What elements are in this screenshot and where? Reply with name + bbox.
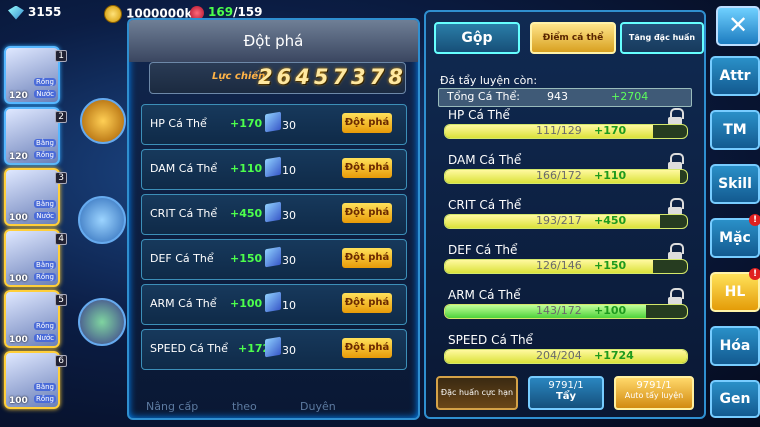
team-pet[interactable]: 1 Rồng Nước 120: [4, 46, 67, 104]
auto-wash-button[interactable]: 9791/1 Auto tẩy luyện: [614, 376, 694, 410]
lock-icon[interactable]: [668, 243, 684, 260]
team-pet[interactable]: 2 Bằng Rồng 120: [4, 107, 67, 165]
scroll-icon: [265, 336, 281, 358]
breakthrough-row: DAM Cá Thể +110 10 Đột phá: [141, 149, 407, 190]
side-tab-gen[interactable]: Gen: [710, 380, 760, 418]
gem-counter: 3155: [8, 5, 61, 20]
bottom-label[interactable]: theo: [232, 400, 257, 413]
breakthrough-button[interactable]: Đột phá: [342, 158, 392, 178]
alert-badge: !: [749, 214, 760, 226]
tab-merge[interactable]: Gộp: [434, 22, 520, 54]
combat-power: Lực chiến 26457378: [149, 62, 406, 94]
lock-icon[interactable]: [668, 198, 684, 215]
breakthrough-row: DEF Cá Thể +150 30 Đột phá: [141, 239, 407, 280]
remaining-stones-label: Đá tẩy luyện còn:: [440, 74, 538, 87]
breakthrough-row: HP Cá Thể +170 30 Đột phá: [141, 104, 407, 145]
total-stats: Tổng Cá Thể: 943 +2704: [438, 88, 692, 107]
individual-stats-panel: Gộp Điểm cá thể Tăng đặc huấn Đá tẩy luy…: [424, 10, 706, 419]
breakthrough-row: SPEED Cá Thể +1724 30 Đột phá: [141, 329, 407, 370]
team-pet[interactable]: 5 Rồng Nước 100: [4, 290, 67, 348]
lock-icon[interactable]: [668, 108, 684, 125]
side-tab-tm[interactable]: TM: [710, 110, 760, 150]
element-wheel-icon[interactable]: [78, 298, 126, 346]
alert-badge: !: [749, 268, 760, 280]
breakthrough-button[interactable]: Đột phá: [342, 248, 392, 268]
side-tab-mac[interactable]: Mặc!: [710, 214, 760, 258]
side-tab-skill[interactable]: Skill: [710, 164, 760, 204]
lock-icon[interactable]: [668, 288, 684, 305]
breakthrough-panel: Đột phá Lực chiến 26457378 HP Cá Thể +17…: [127, 18, 420, 420]
scroll-icon: [265, 201, 281, 223]
side-tab-hoa[interactable]: Hóa: [710, 326, 760, 366]
tab-special-training[interactable]: Tăng đặc huấn: [620, 22, 704, 54]
lock-icon[interactable]: [668, 153, 684, 170]
close-button[interactable]: ✕: [716, 6, 760, 46]
team-list: 1 Rồng Nước 120 2 Bằng Rồng 120 3 Bằng N…: [4, 46, 67, 412]
breakthrough-button[interactable]: Đột phá: [342, 293, 392, 313]
scroll-icon: [265, 246, 281, 268]
breakthrough-button[interactable]: Đột phá: [342, 113, 392, 133]
skill-orb-icon[interactable]: [80, 98, 126, 144]
breakthrough-row: CRIT Cá Thể +450 30 Đột phá: [141, 194, 407, 235]
breakthrough-button[interactable]: Đột phá: [342, 203, 392, 223]
gem-icon: [8, 5, 24, 20]
scroll-icon: [265, 156, 281, 178]
bag-icon[interactable]: [78, 196, 126, 244]
side-tab-attr[interactable]: Attr: [710, 56, 760, 96]
team-pet[interactable]: 4 Bằng Rồng 100: [4, 229, 67, 287]
bottom-label[interactable]: Nâng cấp: [146, 400, 198, 413]
gold-coin-icon: [104, 5, 122, 23]
breakthrough-title: Đột phá: [129, 20, 418, 62]
tab-individual-points[interactable]: Điểm cá thể: [530, 22, 616, 54]
team-pet[interactable]: 6 Bằng Rồng 100: [4, 351, 67, 409]
breakthrough-button[interactable]: Đột phá: [342, 338, 392, 358]
extreme-training-button[interactable]: Đặc huấn cực hạn: [436, 376, 518, 410]
bottom-label[interactable]: Duyên: [300, 400, 336, 413]
scroll-icon: [265, 291, 281, 313]
side-tab-hl[interactable]: HL!: [710, 268, 760, 312]
team-pet[interactable]: 3 Bằng Nước 100: [4, 168, 67, 226]
scroll-icon: [265, 111, 281, 133]
breakthrough-row: ARM Cá Thể +100 10 Đột phá: [141, 284, 407, 325]
wash-button[interactable]: 9791/1 Tẩy: [528, 376, 604, 410]
